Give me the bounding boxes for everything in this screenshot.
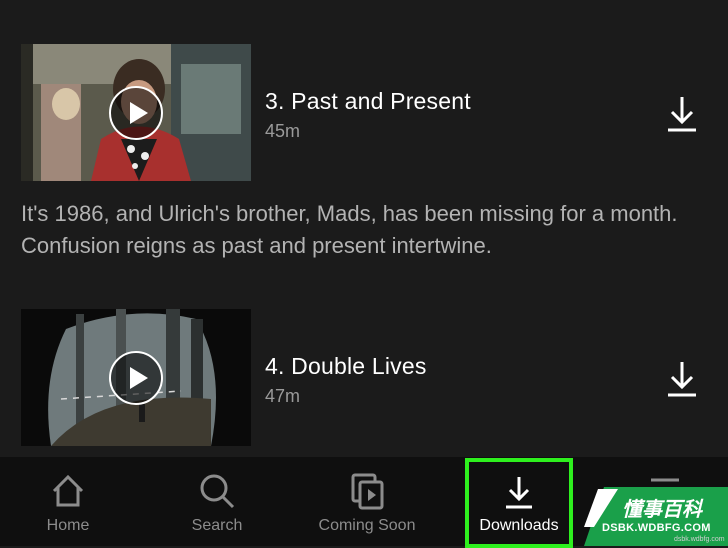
tab-label: Coming Soon [318,517,416,534]
download-icon [668,362,696,397]
tab-coming-soon[interactable]: Coming Soon [312,457,422,546]
play-icon [130,366,148,389]
episode-synopsis: It's 1986, and Ulrich's brother, Mads, h… [21,201,678,258]
watermark-url: DSBK.WDBFG.COM [602,522,711,534]
play-button[interactable] [109,85,163,140]
episode-duration: 45m [265,121,301,141]
episode-thumbnail[interactable] [21,44,251,181]
episode-duration: 47m [265,386,301,406]
episode-thumbnail[interactable] [21,309,251,446]
download-button[interactable] [664,359,700,399]
tab-label: Search [191,517,243,534]
home-icon [52,474,84,507]
coming-soon-icon [351,473,384,510]
play-button[interactable] [109,350,163,405]
watermark-small: dsbk.wdbfg.com [674,536,725,543]
episode-title: 4. Double Lives [265,353,427,379]
watermark-title: 懂事百科 [622,499,702,521]
tab-home[interactable]: Home [18,457,118,546]
tab-search[interactable]: Search [167,457,267,546]
search-icon [200,474,235,509]
watermark: 懂事百科 DSBK.WDBFG.COM dsbk.wdbfg.com [584,487,728,546]
download-icon [668,97,696,132]
download-button[interactable] [664,94,700,134]
downloads-highlight-box [465,458,573,548]
episode-title: 3. Past and Present [265,88,471,114]
play-icon [130,101,148,124]
tab-label: Home [46,517,90,534]
